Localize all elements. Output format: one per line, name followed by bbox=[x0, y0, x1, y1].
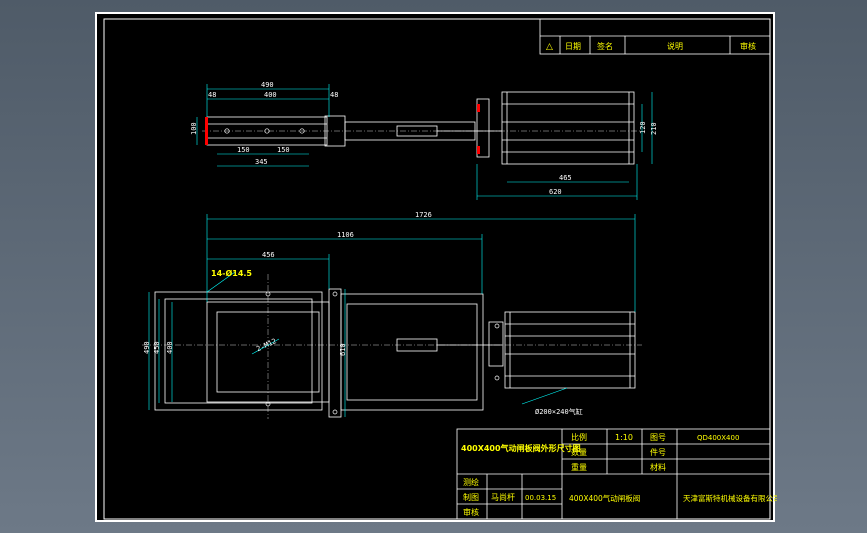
dim-120: 120 bbox=[639, 121, 647, 134]
drafted-label: 制图 bbox=[463, 492, 479, 502]
rev-col-review: 审核 bbox=[740, 41, 756, 51]
drawing-title: 400X400气动闸板阀外形尺寸图 bbox=[461, 443, 581, 453]
bolt-hole bbox=[332, 409, 338, 415]
dim-465: 465 bbox=[559, 174, 572, 182]
dim-210: 210 bbox=[650, 122, 658, 135]
drawing-sheet: △ 日期 签名 说明 审核 490 400 48 48 100 150 150 … bbox=[95, 12, 777, 522]
dim-490-v: 490 bbox=[143, 341, 151, 354]
rev-col-0: △ bbox=[546, 42, 553, 52]
dim-48-left: 48 bbox=[208, 91, 216, 99]
rev-col-note: 说明 bbox=[667, 41, 683, 51]
quantity-label: 数量 bbox=[571, 447, 587, 457]
part-no-label: 件号 bbox=[650, 447, 666, 457]
dim-150-a: 150 bbox=[237, 146, 250, 154]
dim-150-b: 150 bbox=[277, 146, 290, 154]
dim-610: 610 bbox=[339, 343, 347, 356]
scale-value: 1:10 bbox=[615, 433, 633, 442]
top-view: 490 400 48 48 100 150 150 345 120 210 46… bbox=[190, 81, 658, 200]
cylinder-callout: Ø200×240气缸 bbox=[535, 407, 583, 416]
title-block-lines bbox=[456, 428, 771, 520]
drawing-no-label: 图号 bbox=[650, 433, 666, 442]
dim-100: 100 bbox=[190, 122, 198, 135]
bolt-hole bbox=[494, 375, 500, 381]
dim-490: 490 bbox=[261, 81, 274, 89]
hole-callout: 14-Ø14.5 bbox=[211, 268, 252, 278]
dim-1106: 1106 bbox=[337, 231, 354, 239]
draft-date: 00.03.15 bbox=[525, 494, 556, 502]
red-flange-mark bbox=[205, 117, 208, 145]
dim-456: 456 bbox=[262, 251, 275, 259]
cad-viewport: △ 日期 签名 说明 审核 490 400 48 48 100 150 150 … bbox=[0, 0, 867, 533]
review-label: 审核 bbox=[463, 507, 479, 517]
weight-label: 重量 bbox=[571, 462, 587, 472]
dim-1726: 1726 bbox=[415, 211, 432, 219]
drawing-no-value: QD400X400 bbox=[697, 434, 739, 442]
red-mark bbox=[477, 146, 480, 154]
rev-col-sign: 签名 bbox=[597, 41, 613, 51]
draw-label: 测绘 bbox=[463, 477, 479, 487]
dim-400: 400 bbox=[264, 91, 277, 99]
product-name: 400X400气动闸板阀 bbox=[569, 493, 640, 503]
dim-450-v: 450 bbox=[153, 341, 161, 354]
scale-label: 比例 bbox=[571, 432, 587, 442]
dim-620: 620 bbox=[549, 188, 562, 196]
dim-400-v: 400 bbox=[166, 341, 174, 354]
drafter-name: 马尚杆 bbox=[491, 492, 515, 502]
drawing-svg: △ 日期 签名 说明 审核 490 400 48 48 100 150 150 … bbox=[103, 18, 777, 520]
bolt-hole bbox=[332, 291, 338, 297]
rev-col-date: 日期 bbox=[565, 42, 581, 51]
red-mark bbox=[477, 104, 480, 112]
dim-48-right: 48 bbox=[330, 91, 338, 99]
dim-2m12: 2-M12 bbox=[255, 337, 277, 353]
dim-345: 345 bbox=[255, 158, 268, 166]
bolt-hole bbox=[494, 323, 500, 329]
front-view: 1726 1106 456 14-Ø14.5 490 450 400 2-M12… bbox=[142, 211, 642, 419]
company-name: 天津富斯特机械设备有限公司 bbox=[683, 493, 777, 503]
material-label: 材料 bbox=[650, 462, 666, 472]
